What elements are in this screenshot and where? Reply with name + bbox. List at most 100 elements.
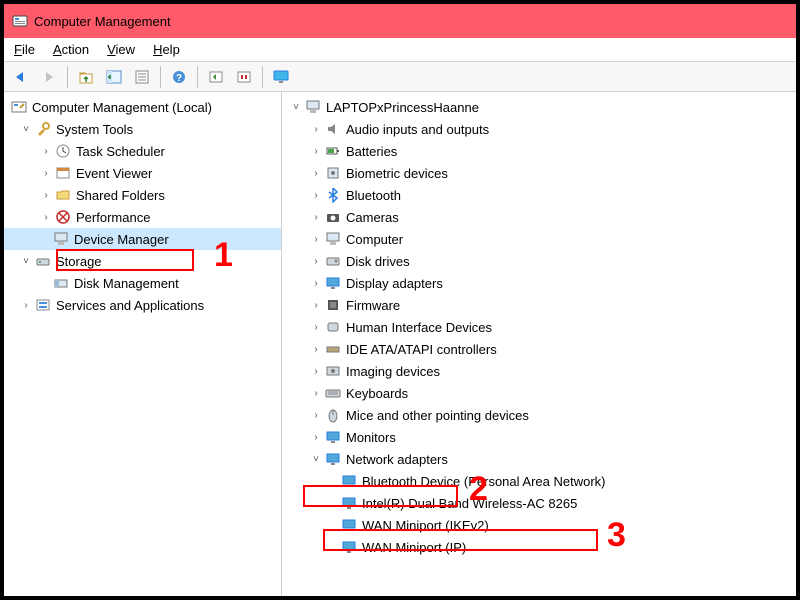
expand-icon[interactable]: › (310, 299, 322, 311)
menu-view[interactable]: View (107, 42, 135, 57)
device-label: WAN Miniport (IKEv2) (362, 518, 489, 533)
help-button[interactable]: ? (166, 65, 192, 89)
expand-icon[interactable]: › (40, 145, 52, 157)
device-category-ide-ata-atapi-controllers[interactable]: › IDE ATA/ATAPI controllers (282, 338, 796, 360)
device-category-monitors[interactable]: › Monitors (282, 426, 796, 448)
event-icon (54, 164, 72, 182)
folder-icon (54, 186, 72, 204)
device-category-audio-inputs-and-outputs[interactable]: ›Audio inputs and outputs (282, 118, 796, 140)
expand-icon[interactable]: › (310, 123, 322, 135)
expand-icon[interactable]: › (20, 299, 32, 311)
expand-icon[interactable]: › (40, 167, 52, 179)
services-icon (34, 296, 52, 314)
device-item[interactable]: Bluetooth Device (Personal Area Network) (282, 470, 796, 492)
device-category-batteries[interactable]: ›Batteries (282, 140, 796, 162)
expand-icon[interactable]: › (310, 189, 322, 201)
menu-action[interactable]: Action (53, 42, 89, 57)
tree-shared-folders[interactable]: › Shared Folders (4, 184, 281, 206)
category-label: IDE ATA/ATAPI controllers (346, 342, 497, 357)
network-adapter-icon (340, 538, 358, 556)
device-label: Intel(R) Dual Band Wireless-AC 8265 (362, 496, 577, 511)
category-icon (324, 252, 342, 270)
device-category-mice-and-other-pointing-devices[interactable]: ›Mice and other pointing devices (282, 404, 796, 426)
device-category-human-interface-devices[interactable]: › Human Interface Devices (282, 316, 796, 338)
device-category-computer[interactable]: ›Computer (282, 228, 796, 250)
category-icon (324, 142, 342, 160)
expand-icon[interactable]: › (310, 343, 322, 355)
category-label: Human Interface Devices (346, 320, 492, 335)
tree-device-manager[interactable]: Device Manager (4, 228, 281, 250)
device-item[interactable]: Intel(R) Dual Band Wireless-AC 8265 (282, 492, 796, 514)
titlebar: Computer Management (4, 4, 796, 38)
expand-icon[interactable]: › (310, 431, 322, 443)
tree-system-tools[interactable]: ˅ System Tools (4, 118, 281, 140)
tree-event-viewer[interactable]: › Event Viewer (4, 162, 281, 184)
forward-button[interactable] (36, 65, 62, 89)
tools-icon (34, 120, 52, 138)
tree-label: System Tools (56, 122, 133, 137)
expand-icon[interactable]: › (310, 365, 322, 377)
category-icon (324, 384, 342, 402)
expand-icon[interactable]: › (310, 409, 322, 421)
tree-root[interactable]: Computer Management (Local) (4, 96, 281, 118)
device-category-biometric-devices[interactable]: › Biometric devices (282, 162, 796, 184)
collapse-icon[interactable]: ˅ (310, 453, 322, 465)
device-root-label: LAPTOPxPrincessHaanne (326, 100, 479, 115)
up-button[interactable] (73, 65, 99, 89)
device-category-display-adapters[interactable]: ›Display adapters (282, 272, 796, 294)
network-adapter-icon (340, 472, 358, 490)
tree-services[interactable]: › Services and Applications (4, 294, 281, 316)
device-category-imaging-devices[interactable]: ›Imaging devices (282, 360, 796, 382)
category-label: Cameras (346, 210, 399, 225)
tree-performance[interactable]: › Performance (4, 206, 281, 228)
menu-file[interactable]: File (14, 42, 35, 57)
show-hide-tree-button[interactable] (101, 65, 127, 89)
expand-icon[interactable]: › (40, 211, 52, 223)
collapse-icon[interactable]: ˅ (20, 255, 32, 267)
tree-disk-management[interactable]: Disk Management (4, 272, 281, 294)
menubar: File Action View Help (4, 38, 796, 62)
device-category-cameras[interactable]: › Cameras (282, 206, 796, 228)
network-adapter-icon (340, 516, 358, 534)
clock-icon (54, 142, 72, 160)
category-label: Network adapters (346, 452, 448, 467)
device-root[interactable]: ˅ LAPTOPxPrincessHaanne (282, 96, 796, 118)
device-category-keyboards[interactable]: ›Keyboards (282, 382, 796, 404)
device-tree[interactable]: ˅ LAPTOPxPrincessHaanne ›Audio inputs an… (282, 92, 796, 596)
tree-task-scheduler[interactable]: › Task Scheduler (4, 140, 281, 162)
network-adapter-icon (340, 494, 358, 512)
expand-icon[interactable]: › (310, 167, 322, 179)
tree-storage[interactable]: ˅ Storage (4, 250, 281, 272)
action1-button[interactable] (203, 65, 229, 89)
console-tree[interactable]: Computer Management (Local) ˅ System Too… (4, 92, 282, 596)
action2-button[interactable] (231, 65, 257, 89)
window-title: Computer Management (34, 14, 171, 29)
expand-icon[interactable]: › (310, 321, 322, 333)
collapse-icon[interactable]: ˅ (20, 123, 32, 135)
expand-icon[interactable]: › (310, 145, 322, 157)
expand-icon[interactable]: › (310, 233, 322, 245)
device-item[interactable]: WAN Miniport (IP) (282, 536, 796, 558)
toolbar: ? (4, 62, 796, 92)
toolbar-separator (197, 66, 198, 88)
export-list-button[interactable] (129, 65, 155, 89)
device-category-bluetooth[interactable]: ›Bluetooth (282, 184, 796, 206)
device-category-disk-drives[interactable]: ›Disk drives (282, 250, 796, 272)
expand-icon[interactable]: › (40, 189, 52, 201)
monitor-button[interactable] (268, 65, 294, 89)
device-label: Bluetooth Device (Personal Area Network) (362, 474, 606, 489)
expand-icon[interactable]: › (310, 211, 322, 223)
category-label: Monitors (346, 430, 396, 445)
menu-help[interactable]: Help (153, 42, 180, 57)
device-label: WAN Miniport (IP) (362, 540, 466, 555)
device-category-network-adapters[interactable]: ˅ Network adapters (282, 448, 796, 470)
performance-icon (54, 208, 72, 226)
category-label: Biometric devices (346, 166, 448, 181)
expand-icon[interactable]: › (310, 277, 322, 289)
back-button[interactable] (8, 65, 34, 89)
expand-icon[interactable]: › (310, 387, 322, 399)
collapse-icon[interactable]: ˅ (290, 101, 302, 113)
expand-icon[interactable]: › (310, 255, 322, 267)
device-category-firmware[interactable]: ›Firmware (282, 294, 796, 316)
device-item[interactable]: WAN Miniport (IKEv2) (282, 514, 796, 536)
